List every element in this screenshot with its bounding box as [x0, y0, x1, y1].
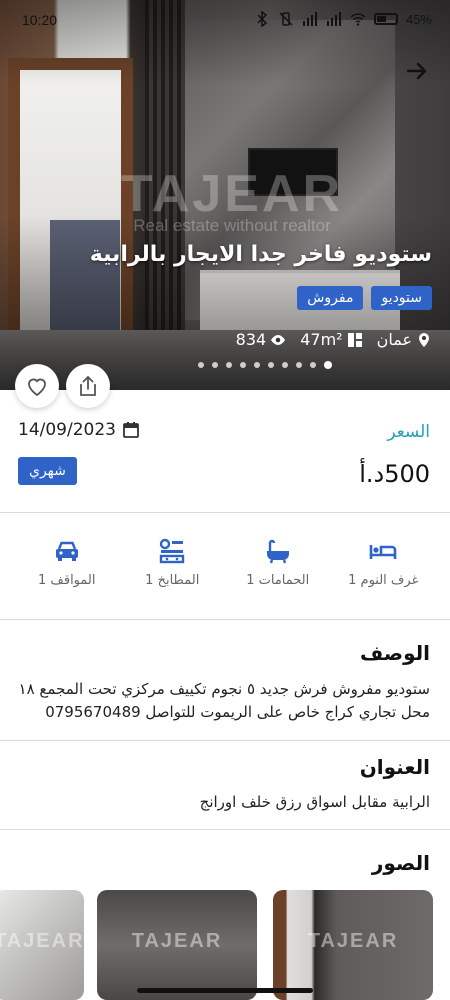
car-icon — [55, 541, 78, 561]
gallery-photo[interactable]: TAJEAR — [273, 890, 433, 1000]
location-text: عمان — [376, 330, 412, 349]
divider — [0, 512, 450, 513]
date-text: 14/09/2023 — [18, 420, 116, 440]
carousel-dots[interactable] — [0, 361, 450, 369]
price-label: السعر — [387, 422, 430, 442]
feature-label: الحمامات 1 — [246, 573, 310, 588]
tag-furnished: مفروش — [297, 286, 364, 310]
carousel-dot[interactable] — [296, 362, 302, 368]
carousel-dot[interactable] — [212, 362, 218, 368]
battery-percent: 45% — [405, 11, 432, 27]
location-pin-icon — [419, 332, 429, 347]
divider — [0, 619, 450, 620]
description-body: ستوديو مفروش فرش جديد ٥ نجوم تكييف مركزي… — [18, 680, 430, 721]
bluetooth-icon — [257, 11, 268, 27]
address-body: الرابية مقابل اسواق رزق خلف اورانج — [199, 793, 430, 811]
meta-area: 47m² — [300, 330, 362, 349]
carousel-dot[interactable] — [226, 362, 232, 368]
meta-views: 834 — [236, 330, 287, 349]
signal-icon — [302, 12, 317, 26]
listing-title: ستوديو فاخر جدا الايجار بالرابية — [89, 242, 432, 267]
listing-meta: عمان 47m² 834 — [236, 330, 432, 349]
address-title: العنوان — [359, 755, 430, 779]
carousel-dot[interactable] — [268, 362, 274, 368]
gallery-photo[interactable]: TAJEAR — [0, 890, 84, 1000]
bed-icon — [369, 545, 397, 559]
wifi-icon — [350, 13, 366, 26]
tag-studio: ستوديو — [371, 286, 432, 310]
photo-watermark: TAJEAR — [0, 930, 84, 952]
price-section: السعر 500د.أ 14/09/2023 شهري — [0, 390, 450, 512]
views-count: 834 — [235, 330, 267, 349]
feature-label: غرف النوم 1 — [348, 573, 419, 588]
kitchen-icon — [160, 538, 185, 564]
listing-date: 14/09/2023 — [18, 420, 140, 440]
bathtub-icon — [266, 539, 289, 564]
carousel-dot[interactable] — [198, 362, 204, 368]
feature-label: المطابخ 1 — [145, 573, 200, 588]
home-indicator[interactable] — [137, 988, 313, 993]
price-value: 500د.أ — [359, 460, 430, 488]
photo-watermark: TAJEAR — [307, 930, 399, 952]
vibrate-off-icon — [279, 12, 293, 26]
period-badge: شهري — [18, 457, 77, 485]
eye-icon — [271, 334, 286, 345]
features-row: غرف النوم 1 الحمامات 1 المطابخ 1 المواقف… — [0, 523, 450, 619]
signal-icon-2 — [326, 12, 341, 26]
photos-title: الصور — [371, 851, 430, 875]
photo-watermark: TAJEAR — [131, 930, 223, 952]
photo-gallery[interactable]: TAJEAR TAJEAR TAJEAR — [0, 890, 450, 1000]
feature-bedrooms: غرف النوم 1 — [335, 523, 431, 619]
feature-label: المواقف 1 — [37, 573, 96, 588]
gallery-photo[interactable]: TAJEAR — [97, 890, 257, 1000]
carousel-dot[interactable] — [240, 362, 246, 368]
battery-icon — [373, 13, 398, 25]
description-title: الوصف — [359, 641, 430, 665]
floorplan-icon — [347, 332, 362, 347]
carousel-dot[interactable] — [324, 361, 332, 369]
watermark: TAJEAR Real estate without realtor — [82, 168, 382, 236]
area-text: 47m² — [300, 330, 343, 349]
back-arrow-icon[interactable] — [404, 58, 430, 84]
meta-location: عمان — [377, 330, 432, 349]
status-time: 10:20 — [22, 12, 58, 28]
status-bar: 10:20 45% — [0, 0, 450, 44]
feature-bathrooms: الحمامات 1 — [230, 523, 326, 619]
calendar-icon — [123, 422, 139, 438]
listing-tags: ستوديو مفروش — [297, 286, 432, 310]
carousel-dot[interactable] — [310, 362, 316, 368]
feature-kitchens: المطابخ 1 — [124, 523, 220, 619]
divider — [0, 740, 450, 741]
feature-parking: المواقف 1 — [19, 523, 115, 619]
watermark-logo: TAJEAR — [120, 165, 344, 223]
carousel-dot[interactable] — [282, 362, 288, 368]
divider — [0, 829, 450, 830]
carousel-dot[interactable] — [254, 362, 260, 368]
